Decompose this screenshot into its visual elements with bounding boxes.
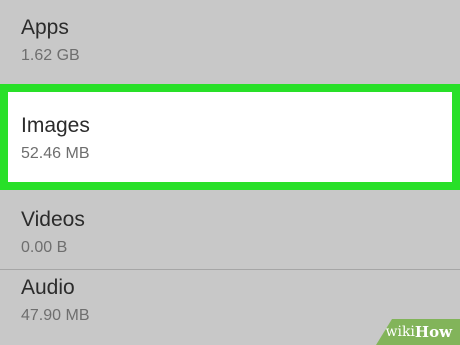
list-item-apps[interactable]: Apps 1.62 GB [0,16,460,66]
item-title: Videos [21,208,85,231]
item-title: Audio [21,276,75,299]
item-title: Images [21,114,90,137]
item-size: 1.62 GB [21,47,80,64]
watermark-wiki: wiki [385,324,415,340]
item-size: 52.46 MB [21,145,90,162]
watermark-how: How [414,323,452,341]
list-item-videos[interactable]: Videos 0.00 B [0,208,460,258]
storage-category-list: Apps 1.62 GB Images 52.46 MB Videos 0.00… [0,0,460,345]
item-title: Apps [21,16,69,39]
list-divider [0,269,460,270]
list-item-audio[interactable]: Audio 47.90 MB [0,276,460,326]
list-item-images[interactable]: Images 52.46 MB [0,84,460,190]
item-size: 0.00 B [21,239,68,256]
